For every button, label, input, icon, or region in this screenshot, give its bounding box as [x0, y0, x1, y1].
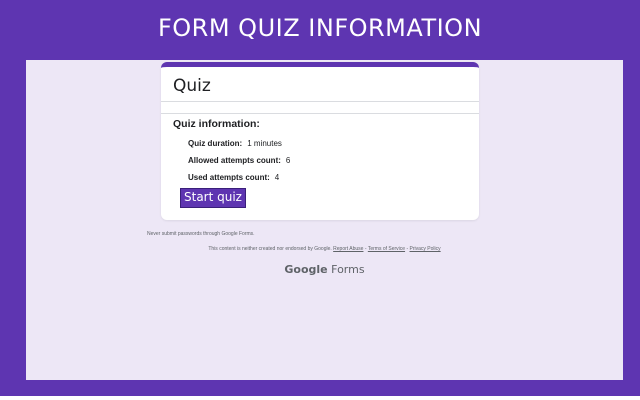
privacy-policy-link[interactable]: Privacy Policy	[410, 246, 441, 252]
page-frame: FORM QUIZ INFORMATION Quiz Quiz informat…	[0, 0, 640, 396]
disclaimer: This content is neither created nor endo…	[26, 246, 623, 252]
brand-forms: Forms	[331, 263, 365, 276]
info-row-duration: Quiz duration: 1 minutes	[188, 139, 282, 148]
start-quiz-button[interactable]: Start quiz	[180, 188, 246, 208]
google-forms-logo[interactable]: Google Forms	[26, 263, 623, 276]
info-label: Used attempts count:	[188, 173, 270, 182]
divider	[161, 101, 479, 102]
section-heading: Quiz information:	[173, 118, 260, 130]
divider	[161, 113, 479, 114]
info-row-used-attempts: Used attempts count: 4	[188, 173, 279, 182]
info-value: 1 minutes	[247, 139, 282, 148]
bottom-strip	[0, 396, 640, 400]
info-row-allowed-attempts: Allowed attempts count: 6	[188, 156, 290, 165]
card-title: Quiz	[173, 76, 211, 96]
report-abuse-link[interactable]: Report Abuse	[333, 246, 363, 252]
info-label: Quiz duration:	[188, 139, 243, 148]
content-area: Quiz Quiz information: Quiz duration: 1 m…	[26, 60, 623, 380]
terms-of-service-link[interactable]: Terms of Service	[368, 246, 405, 252]
info-value: 4	[274, 173, 280, 182]
brand-google: Google	[284, 263, 328, 276]
quiz-card: Quiz Quiz information: Quiz duration: 1 m…	[161, 62, 479, 220]
password-note: Never submit passwords through Google Fo…	[147, 231, 255, 237]
info-label: Allowed attempts count:	[188, 156, 281, 165]
page-title: FORM QUIZ INFORMATION	[157, 14, 483, 42]
info-value: 6	[285, 156, 291, 165]
disclaimer-text: This content is neither created nor endo…	[208, 246, 332, 252]
